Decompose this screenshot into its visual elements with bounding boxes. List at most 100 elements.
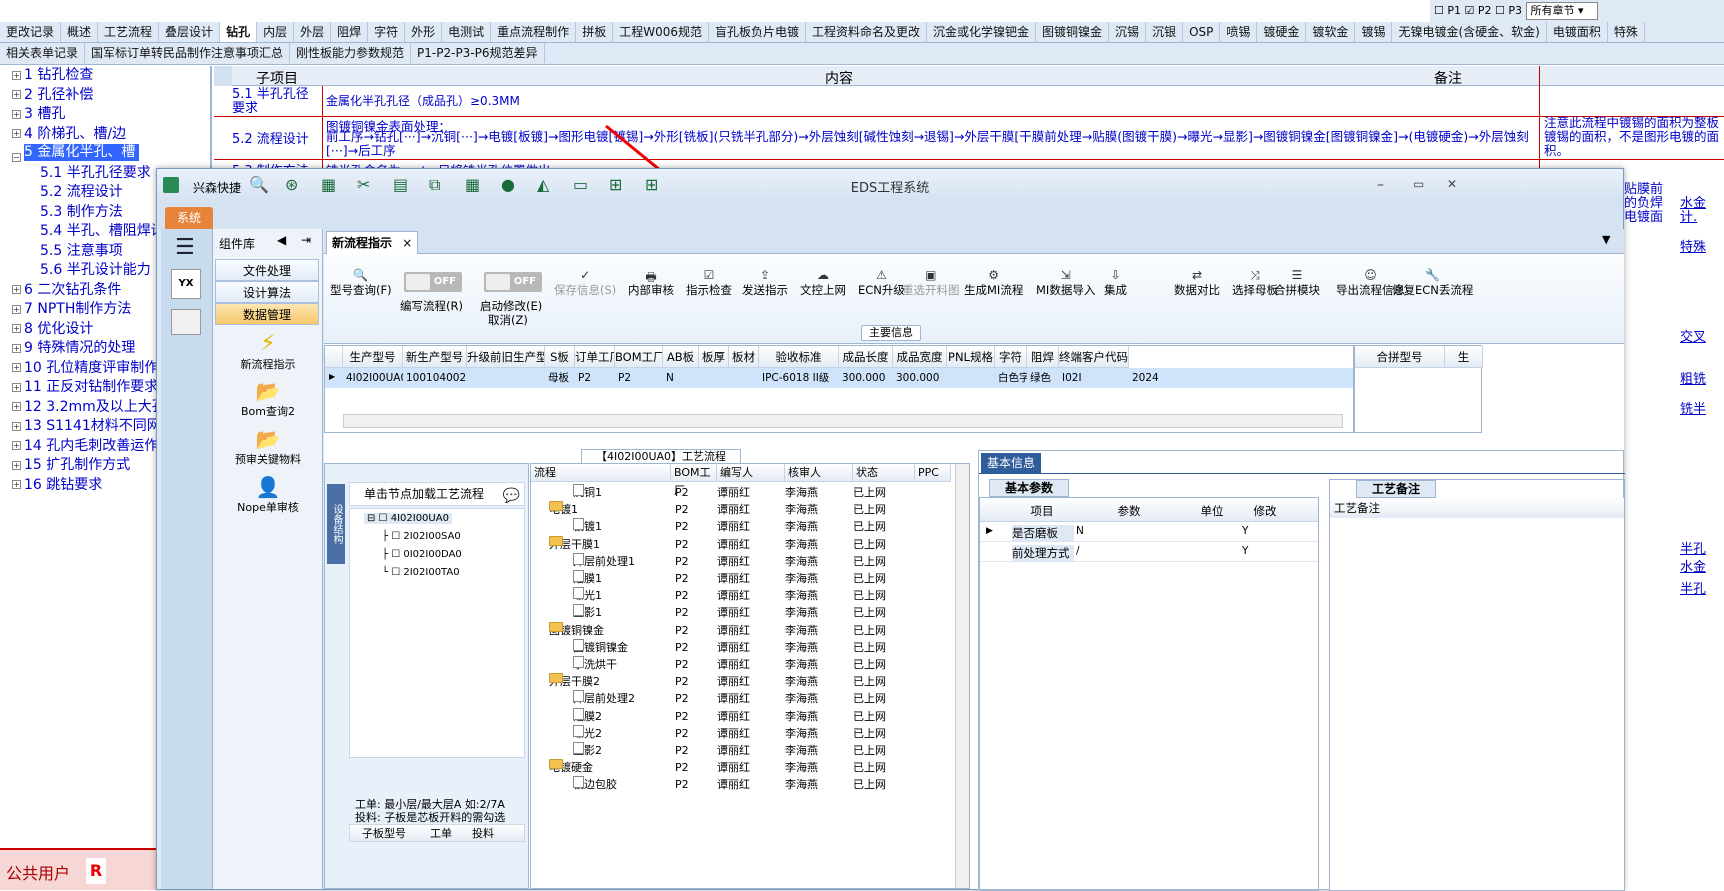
grid-header[interactable]: 板材 [729,346,759,368]
doc-tab[interactable]: 阻焊 [331,22,369,42]
new-flow-button[interactable]: ⚡ 新流程指示 [213,331,323,372]
grid-cell[interactable]: 白色字符 [995,368,1027,388]
maximize-icon[interactable]: ▭ [1413,177,1424,191]
p1-checkbox[interactable]: ☐ P1 [1434,4,1461,17]
process-row[interactable]: 图镀铜镍金 P2 谭丽红 李海燕 已上网 [531,638,969,656]
process-row[interactable]: 板镀1 P2 谭丽红 李海燕 已上网 [531,518,969,535]
ribbon-button[interactable]: ⇄ 数据对比 [1174,268,1220,298]
preview-material-button[interactable]: 📂 预审关键物料 [213,427,323,467]
doc-tab[interactable]: 喷锡 [1220,22,1258,42]
grid-cell[interactable] [467,368,545,388]
process-row[interactable]: 贴膜2 P2 谭丽红 李海燕 已上网 [531,707,969,725]
expand-icon[interactable]: + [12,285,21,294]
param-row[interactable]: ▶ 是否磨板 N Y [980,522,1318,542]
param-edit[interactable]: Y [1242,545,1248,557]
doc-tab[interactable]: 工程资料命名及更改 [806,22,928,42]
grid-cell[interactable] [729,368,759,388]
ribbon-button[interactable]: ⚠ ECN升级 [858,268,905,298]
p3-checkbox[interactable]: ☐ P3 [1495,4,1522,17]
doc-tab[interactable]: 镀软金 [1306,22,1356,42]
bom-query-button[interactable]: 📂 Bom查询2 [213,379,323,419]
node-child[interactable]: ├ ☐ 2I02I00SA0 [382,531,461,542]
grid-header[interactable]: 订单工厂 [575,346,615,368]
horizontal-scrollbar[interactable] [343,414,1343,428]
grid-cell[interactable] [699,368,729,388]
grid-header[interactable]: 终端客户代码 [1059,346,1129,368]
grid-cell[interactable]: N [663,368,699,388]
ribbon-button[interactable]: 🖶 内部审核 [628,268,674,298]
expand-icon[interactable]: + [12,402,21,411]
grid-cell[interactable]: P2 [575,368,615,388]
doc-tab[interactable]: 图镀铜镍金 [1036,22,1110,42]
note-link[interactable]: 铣半 [1680,398,1706,417]
close-icon[interactable]: ✕ [1447,177,1457,191]
param-value[interactable]: N [1076,525,1084,537]
doc-tab[interactable]: 概述 [61,22,99,42]
ribbon-button[interactable]: 🔧 修复ECN丢流程 [1392,268,1473,298]
tab-close-icon[interactable]: × [402,236,412,250]
expand-icon[interactable]: + [12,441,21,450]
param-edit[interactable]: Y [1242,525,1248,537]
ribbon-button[interactable]: ⇪ 发送指示 [742,268,788,298]
grid-cell[interactable]: 300.000 [839,368,893,388]
process-row[interactable]: 电镀1 P2 谭丽红 李海燕 已上网 [531,501,969,518]
doc-tab[interactable]: 更改记录 [0,22,62,42]
expand-icon[interactable]: + [12,129,21,138]
note-link[interactable]: 电镀面 [1624,206,1663,225]
craft-note-area[interactable] [1330,518,1624,890]
cancel-label[interactable]: 取消(Z) [488,312,528,328]
process-row[interactable]: 外层前处理1 P2 谭丽红 李海燕 已上网 [531,552,969,570]
process-header[interactable]: 流程 [531,464,671,482]
grid-header[interactable]: BOM工厂 [615,346,663,368]
doc-tab[interactable]: 拼板 [576,22,614,42]
expand-icon[interactable]: + [12,363,21,372]
grid-cell[interactable]: 4I02I00UA0 [343,368,403,388]
grid-cell[interactable]: P2 [615,368,663,388]
yx-module-icon[interactable]: YX [171,269,201,299]
grid-header[interactable]: 成品宽度 [893,346,947,368]
process-row[interactable]: 外层前处理2 P2 谭丽红 李海燕 已上网 [531,690,969,707]
note-link[interactable]: 粗铣 [1680,368,1706,387]
vertical-tab[interactable]: 设备结构 [327,484,345,564]
expand-icon[interactable]: + [12,460,21,470]
pin-icon[interactable]: ⇥ [301,233,311,247]
grid-header[interactable]: 板厚 [699,346,729,368]
process-row[interactable]: 外层干膜2 P2 谭丽红 李海燕 已上网 [531,673,969,690]
tree-item[interactable]: +3 槽孔 [0,105,210,125]
doc-tab[interactable]: OSP [1183,22,1221,42]
doc-tab[interactable]: 电测试 [442,22,492,42]
grid-cell[interactable]: 10010400230283 [403,368,467,388]
grid-header[interactable]: 生产型号 [343,346,403,368]
comp-item-algorithm[interactable]: 设计算法 [215,281,319,303]
grid-header[interactable]: 成品长度 [839,346,893,368]
doc-tab[interactable]: 国军标订单转民品制作注意事项汇总 [85,43,291,63]
grid-cell[interactable]: 300.000 [893,368,947,388]
doc-tab[interactable]: 工艺流程 [98,22,160,42]
doc-tab[interactable]: 字符 [368,22,406,42]
note-link[interactable]: 水金 [1680,556,1706,575]
comp-item-data[interactable]: 数据管理 [215,303,319,325]
ribbon-button[interactable]: ☰ 合拼模块 [1274,268,1320,298]
grid-cell[interactable]: 母板 [545,368,575,388]
tree-item[interactable]: +2 孔径补偿 [0,86,210,106]
grid-header[interactable]: 验收标准 [759,346,839,368]
note-link[interactable]: 半孔 [1680,578,1706,597]
minimize-icon[interactable]: – [1377,177,1384,193]
grid-header[interactable]: 新生产型号 [403,346,467,368]
tab-dropdown-icon[interactable]: ▼ [1602,233,1610,246]
ribbon-button[interactable]: ⇲ MI数据导入 [1036,268,1095,298]
expand-icon[interactable]: + [12,421,21,431]
grid-cell[interactable] [947,368,995,388]
tab-new-flow[interactable]: 新流程指示 × [326,231,418,254]
doc-tab[interactable]: 相关表单记录 [0,43,86,63]
note-link[interactable]: 交叉 [1680,326,1706,345]
comp-item-file[interactable]: 文件处理 [215,259,319,281]
grid-cell[interactable]: 2024 [1129,368,1195,388]
grid-header[interactable]: 阻焊 [1027,346,1059,368]
doc-tab[interactable]: 电镀面积 [1547,22,1608,42]
grid-header[interactable]: AB板 [663,346,699,368]
doc-tab[interactable]: 内层 [257,22,295,42]
ribbon-button[interactable]: ☑ 指示检查 [686,268,732,298]
process-row[interactable]: 图镀铜镍金 P2 谭丽红 李海燕 已上网 [531,621,969,639]
grid-header[interactable]: 字符 [995,346,1027,368]
